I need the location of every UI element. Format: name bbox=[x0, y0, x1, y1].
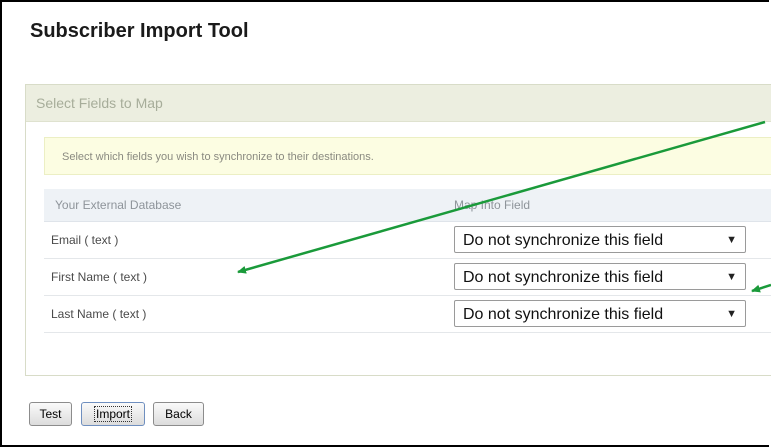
arrow-icon bbox=[751, 283, 771, 293]
annotation-arrows bbox=[237, 120, 771, 293]
arrow-icon bbox=[237, 120, 766, 274]
